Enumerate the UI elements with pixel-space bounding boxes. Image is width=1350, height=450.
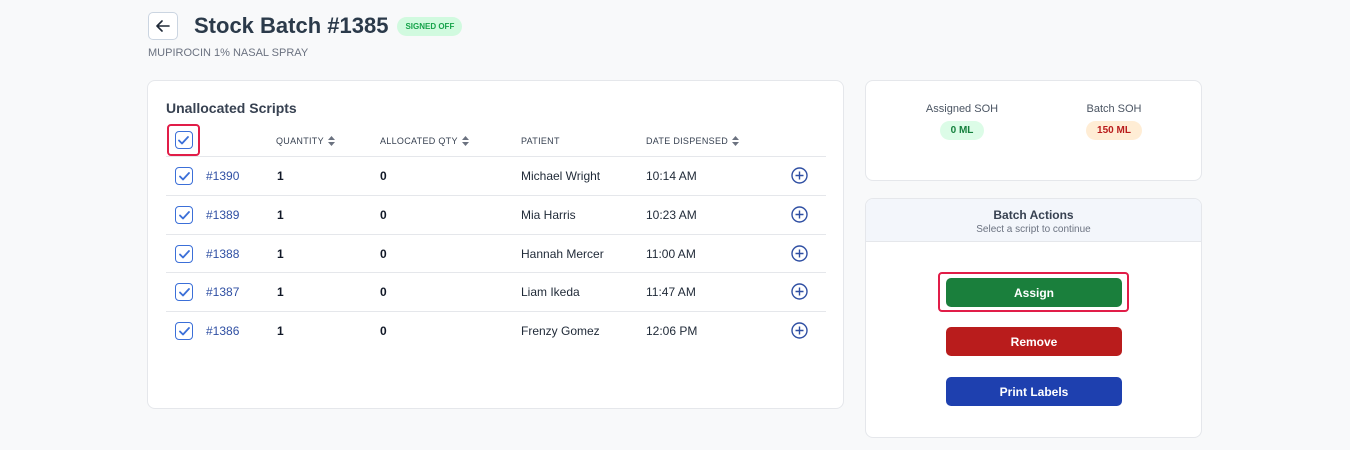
page-title: Stock Batch #1385: [194, 13, 389, 38]
checkmark-icon: [178, 135, 189, 144]
soh-summary-card: Assigned SOH 0 ML Batch SOH 150 ML: [865, 80, 1202, 181]
assigned-soh-badge: 0 ML: [939, 121, 985, 140]
remove-button[interactable]: Remove: [946, 327, 1122, 356]
script-id-link[interactable]: #1390: [206, 169, 239, 183]
back-button[interactable]: [148, 12, 178, 40]
allocated-cell: 0: [380, 285, 387, 299]
batch-actions-card: Batch Actions Select a script to continu…: [865, 198, 1202, 438]
row-checkbox[interactable]: [175, 245, 193, 263]
date-cell: 10:23 AM: [646, 208, 697, 222]
script-id-link[interactable]: #1389: [206, 208, 239, 222]
script-id-link[interactable]: #1386: [206, 324, 239, 338]
batch-actions-header: Batch Actions Select a script to continu…: [866, 199, 1201, 242]
batch-actions-title: Batch Actions: [993, 208, 1074, 222]
plus-circle-icon[interactable]: [791, 206, 808, 223]
row-checkbox[interactable]: [175, 206, 193, 224]
column-header-allocated[interactable]: ALLOCATED QTY: [380, 136, 469, 146]
select-all-checkbox[interactable]: [174, 131, 193, 149]
row-checkbox[interactable]: [175, 322, 193, 340]
checkmark-icon: [178, 210, 190, 219]
arrow-left-icon: [156, 20, 170, 32]
print-labels-button[interactable]: Print Labels: [946, 377, 1122, 406]
checkmark-icon: [178, 249, 190, 258]
column-label: DATE DISPENSED: [646, 136, 729, 146]
allocated-cell: 0: [380, 169, 387, 183]
assigned-soh: Assigned SOH 0 ML: [922, 103, 1002, 140]
unallocated-scripts-card: Unallocated Scripts QUANTITY ALLOCATED Q…: [147, 80, 844, 409]
select-all-highlight: [167, 124, 200, 156]
patient-cell: Michael Wright: [521, 169, 601, 183]
column-header-patient: PATIENT: [521, 136, 560, 146]
table-row[interactable]: #1390 1 0 Michael Wright 10:14 AM: [166, 156, 826, 194]
batch-actions-subtitle: Select a script to continue: [976, 224, 1091, 235]
row-checkbox[interactable]: [175, 167, 193, 185]
card-title: Unallocated Scripts: [166, 100, 297, 116]
date-cell: 11:47 AM: [646, 285, 696, 299]
date-cell: 10:14 AM: [646, 169, 697, 183]
quantity-cell: 1: [277, 324, 284, 338]
quantity-cell: 1: [277, 208, 284, 222]
sort-icon[interactable]: [327, 136, 335, 146]
quantity-cell: 1: [277, 247, 284, 261]
quantity-cell: 1: [277, 285, 284, 299]
column-label: ALLOCATED QTY: [380, 136, 458, 146]
assigned-soh-label: Assigned SOH: [925, 103, 999, 115]
table-row[interactable]: #1389 1 0 Mia Harris 10:23 AM: [166, 195, 826, 233]
batch-soh: Batch SOH 150 ML: [1074, 103, 1154, 140]
plus-circle-icon[interactable]: [791, 167, 808, 184]
plus-circle-icon[interactable]: [791, 245, 808, 262]
table-row[interactable]: #1386 1 0 Frenzy Gomez 12:06 PM: [166, 311, 826, 349]
script-id-link[interactable]: #1388: [206, 247, 239, 261]
assign-button[interactable]: Assign: [946, 278, 1122, 307]
allocated-cell: 0: [380, 208, 387, 222]
sort-icon[interactable]: [461, 136, 469, 146]
column-header-quantity[interactable]: QUANTITY: [276, 136, 335, 146]
table-row[interactable]: #1388 1 0 Hannah Mercer 11:00 AM: [166, 234, 826, 272]
patient-cell: Liam Ikeda: [521, 285, 580, 299]
checkmark-icon: [178, 287, 190, 296]
column-label: QUANTITY: [276, 136, 324, 146]
allocated-cell: 0: [380, 324, 387, 338]
plus-circle-icon[interactable]: [791, 283, 808, 300]
checkmark-icon: [178, 326, 190, 335]
column-header-date[interactable]: DATE DISPENSED: [646, 136, 740, 146]
checkmark-icon: [178, 171, 190, 180]
batch-soh-label: Batch SOH: [1086, 103, 1142, 115]
column-label: PATIENT: [521, 136, 560, 146]
row-checkbox[interactable]: [175, 283, 193, 301]
patient-cell: Frenzy Gomez: [521, 324, 600, 338]
product-name: MUPIROCIN 1% NASAL SPRAY: [148, 47, 309, 59]
sort-icon[interactable]: [732, 136, 740, 146]
script-id-link[interactable]: #1387: [206, 285, 239, 299]
patient-cell: Mia Harris: [521, 208, 576, 222]
page-header: Stock Batch #1385 SIGNED OFF MUPIROCIN 1…: [148, 12, 463, 59]
patient-cell: Hannah Mercer: [521, 247, 604, 261]
date-cell: 11:00 AM: [646, 247, 696, 261]
table-row[interactable]: #1387 1 0 Liam Ikeda 11:47 AM: [166, 272, 826, 310]
quantity-cell: 1: [277, 169, 284, 183]
batch-soh-badge: 150 ML: [1086, 121, 1142, 140]
plus-circle-icon[interactable]: [791, 322, 808, 339]
date-cell: 12:06 PM: [646, 324, 698, 338]
allocated-cell: 0: [380, 247, 387, 261]
status-badge: SIGNED OFF: [397, 16, 463, 36]
